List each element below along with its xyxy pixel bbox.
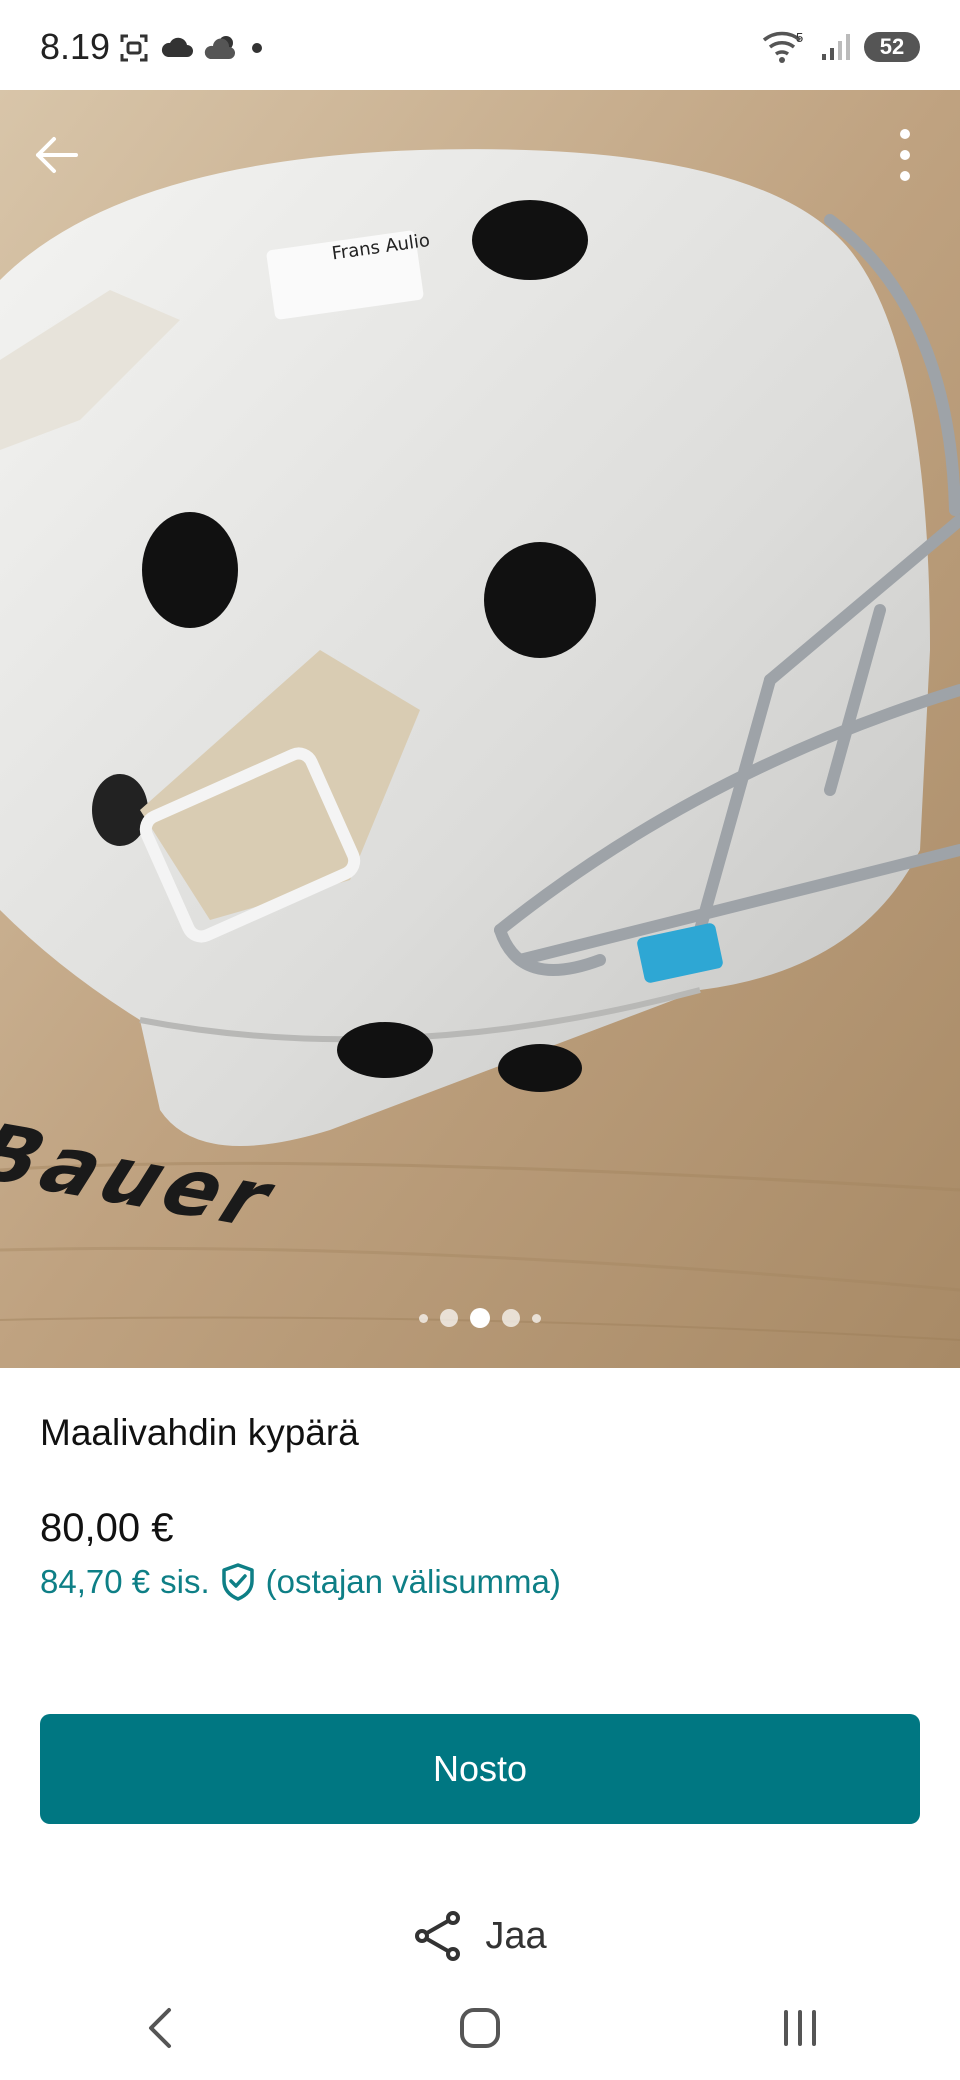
item-price: 80,00 € [40,1506,174,1550]
signal-icon [822,34,850,60]
gallery-dot[interactable] [419,1313,428,1323]
battery-icon: 52 [864,32,920,62]
arrow-left-icon [36,137,78,173]
share-icon [415,1911,461,1961]
gallery-dot-active[interactable] [470,1308,490,1328]
listing-photo-gallery[interactable]: Frans Aulio Bauer [0,90,960,1368]
gallery-dot[interactable] [502,1309,520,1327]
home-square-icon [460,2007,500,2048]
listing-photo: Frans Aulio Bauer [0,90,960,1368]
gallery-dot[interactable] [532,1313,541,1323]
recent-apps-icon [784,2009,816,2046]
bump-button-label: Nosto [432,1748,528,1789]
status-icons-left [118,32,266,64]
more-vertical-icon [900,129,910,181]
share-button[interactable]: Jaa [0,1910,960,1962]
nav-recents-button[interactable] [740,1988,860,2068]
gallery-page-indicator [0,1308,960,1328]
shield-check-icon [221,1563,254,1601]
status-bar: 8.19 5 52 [0,0,960,90]
nav-home-button[interactable] [420,1988,540,2068]
item-title: Maalivahdin kypärä [40,1412,359,1453]
nav-back-button[interactable] [100,1988,220,2068]
price-incl-note: (ostajan välisumma) [265,1563,561,1600]
cloud-icon [161,37,193,57]
screenshot-icon [120,34,148,62]
price-incl-value: 84,70 € [40,1563,151,1600]
weather-icon [204,36,235,59]
wifi-badge: 5 [796,30,803,45]
status-time: 8.19 [40,26,111,67]
battery-level: 52 [879,34,905,59]
gallery-dot[interactable] [440,1309,458,1327]
status-icons-right: 5 52 [762,30,920,64]
more-options-button[interactable] [872,122,938,188]
price-incl-word: sis. [160,1563,210,1600]
bump-button[interactable]: Nosto [40,1714,920,1824]
share-label: Jaa [485,1914,547,1957]
chevron-left-icon [149,2007,171,2048]
wifi-icon: 5 [762,30,803,63]
back-button[interactable] [22,122,88,188]
system-navigation-bar [0,1975,960,2080]
price-including-protection[interactable]: 84,70 € sis. (ostajan välisumma) [40,1562,561,1602]
dot-icon [252,43,262,53]
